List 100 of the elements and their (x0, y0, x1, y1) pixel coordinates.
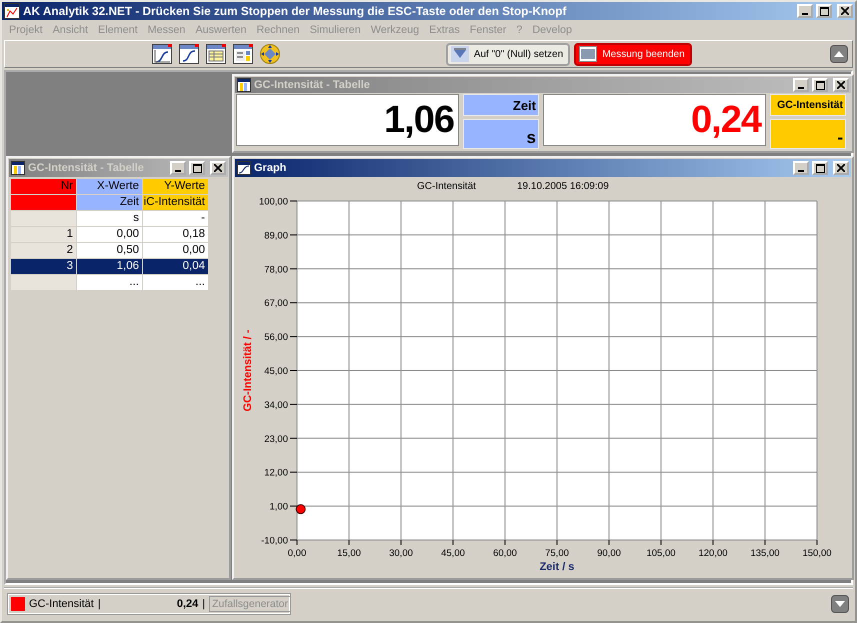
axis-tick-label: -10,00 (261, 536, 288, 546)
stop-button[interactable]: Messung beenden (574, 42, 692, 66)
column-header: X-Werte (77, 179, 142, 194)
chart-title: GC-Intensität (417, 181, 476, 192)
axis-tick-label: 67,00 (264, 298, 288, 310)
column-header: Y-Werte (143, 179, 208, 194)
toolbar-button[interactable] (231, 42, 255, 66)
readout-unit: - (770, 119, 846, 149)
axis-tick-label: 75,00 (545, 548, 569, 559)
column-name: Zeit (77, 195, 142, 210)
y-axis-label: GC-Intensität / - (242, 330, 254, 412)
table-icon (11, 161, 25, 175)
row-number[interactable]: 3 (11, 259, 76, 274)
axis-tick-label: 1,00 (270, 502, 288, 513)
axis-tick-label: 45,00 (264, 366, 288, 377)
chart-timestamp: 19.10.2005 16:09:09 (517, 181, 609, 192)
column-unit: - (143, 211, 208, 226)
axis-tick-label: 89,00 (264, 230, 288, 242)
readout-value: 0,24 (543, 94, 766, 146)
axis-tick-label: 15,00 (337, 548, 361, 559)
table-cell: 0,50 (77, 243, 142, 258)
minimize-button[interactable] (793, 78, 809, 92)
table-cell: ... (143, 275, 208, 290)
table-cell: 0,04 (143, 259, 208, 274)
data-source: Zufallsgenerator (209, 596, 291, 612)
filter-icon (451, 46, 469, 62)
close-button[interactable] (833, 78, 849, 92)
curve-window-icon (179, 44, 199, 64)
column-header: Nr (11, 179, 76, 194)
axis-tick-label: 60,00 (493, 548, 517, 559)
column-name (11, 195, 76, 210)
maximize-icon (192, 164, 202, 172)
maximize-icon (816, 164, 824, 172)
axis-tick-label: 78,00 (264, 264, 288, 276)
toolbar-button[interactable] (150, 42, 174, 66)
close-icon (214, 164, 222, 172)
row-number[interactable]: 2 (11, 243, 76, 258)
readout-name: GC-Intensität (770, 94, 846, 116)
readout-value: 1,06 (236, 94, 459, 146)
readout-name: Zeit (463, 94, 539, 116)
close-icon (837, 164, 845, 172)
close-button[interactable] (837, 4, 853, 18)
app-icon (4, 3, 20, 19)
display-window-icon (233, 44, 253, 64)
row-number[interactable]: 1 (11, 227, 76, 242)
table-cell: 0,18 (143, 227, 208, 242)
column-unit: s (77, 211, 142, 226)
zero-button[interactable]: Auf "0" (Null) setzen (446, 42, 570, 66)
toolbar-button[interactable] (177, 42, 201, 66)
minimize-button[interactable] (793, 161, 809, 175)
maximize-button[interactable] (812, 78, 828, 92)
minimize-button[interactable] (797, 4, 813, 18)
axis-tick-label: 105,00 (646, 548, 676, 559)
toolbar-button[interactable] (258, 42, 282, 66)
toolbar-button[interactable] (204, 42, 228, 66)
graph-window-icon (152, 44, 172, 64)
table-window-icon (206, 44, 226, 64)
close-button[interactable] (210, 161, 226, 175)
triangle-up-icon (834, 51, 844, 57)
maximize-button[interactable] (189, 161, 205, 175)
collapse-button[interactable] (830, 45, 848, 63)
axis-tick-label: 23,00 (264, 434, 288, 445)
axis-tick-label: 120,00 (698, 548, 728, 559)
graph-icon (237, 161, 251, 175)
axis-tick-label: 56,00 (264, 332, 288, 344)
data-point (296, 504, 306, 514)
expand-button[interactable] (831, 595, 849, 613)
readout-unit: s (463, 119, 539, 149)
table-cell: ... (77, 275, 142, 290)
maximize-button[interactable] (816, 4, 832, 18)
window-title: Graph (254, 162, 288, 174)
table-cell: 1,06 (77, 259, 142, 274)
column-name: iC-Intensität (143, 195, 208, 210)
axis-tick-label: 0,00 (288, 548, 306, 559)
close-button[interactable] (833, 161, 849, 175)
axis-tick-label: 45,00 (441, 548, 465, 559)
table-cell: 0,00 (143, 243, 208, 258)
window-title: GC-Intensität - Tabelle (28, 162, 145, 174)
axis-tick-label: 150,00 (802, 548, 832, 559)
maximize-button[interactable] (812, 161, 828, 175)
table-icon (237, 78, 251, 92)
separator: | (202, 598, 206, 610)
separator: | (98, 598, 101, 610)
axis-tick-label: 12,00 (264, 468, 288, 479)
axis-tick-label: 135,00 (750, 548, 780, 559)
column-unit (11, 211, 76, 226)
window-title: GC-Intensität - Tabelle (254, 79, 371, 91)
axis-tick-label: 100,00 (258, 196, 288, 208)
close-icon (837, 81, 845, 89)
maximize-icon (816, 80, 824, 90)
table-cell: 0,00 (77, 227, 142, 242)
triangle-down-icon (835, 601, 845, 607)
series-name: GC-Intensität (29, 598, 94, 610)
axis-tick-label: 90,00 (597, 548, 621, 559)
navigator-icon (260, 44, 280, 64)
x-axis-label: Zeit / s (540, 561, 574, 573)
minimize-button[interactable] (170, 161, 186, 175)
axis-tick-label: 34,00 (264, 400, 288, 411)
monitor-icon (579, 46, 597, 62)
current-value: 0,24 (176, 598, 198, 610)
